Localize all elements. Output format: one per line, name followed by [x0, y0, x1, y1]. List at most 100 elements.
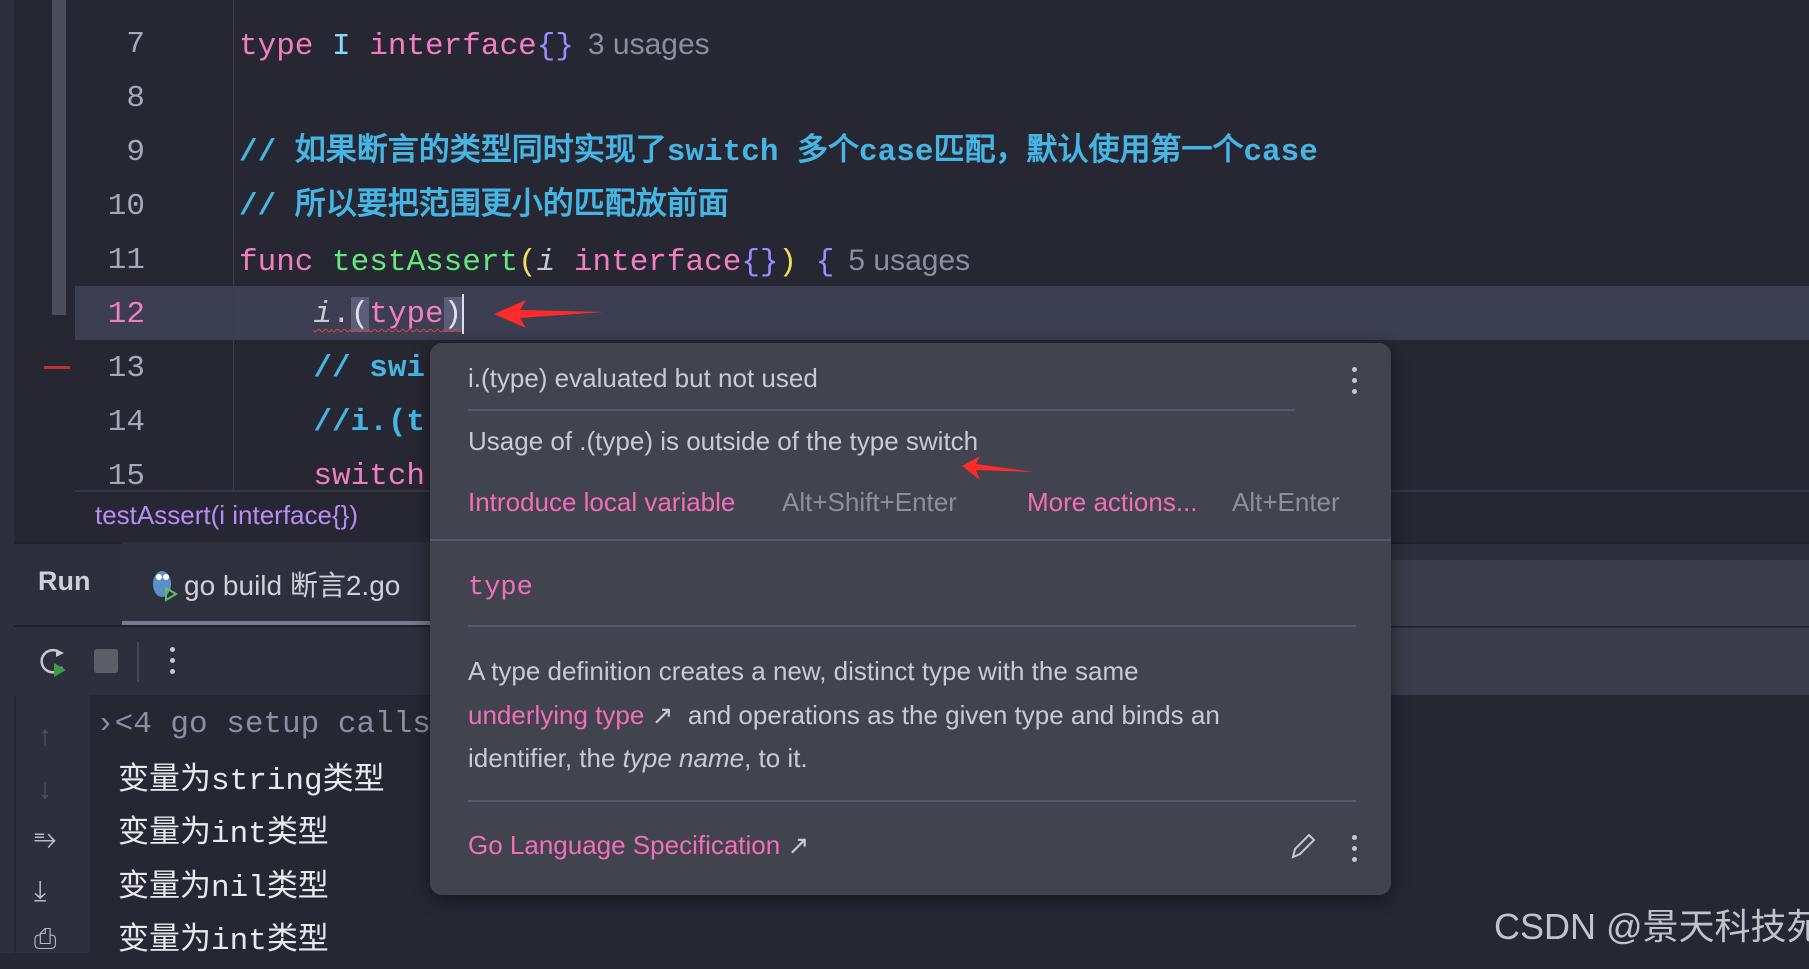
- code-line-12: i.(type): [239, 288, 465, 342]
- code-line-13: // swi: [239, 342, 425, 396]
- console-line: 变量为int类型: [118, 912, 329, 969]
- doc-title: type: [468, 573, 533, 603]
- console-line: 变量为string类型: [118, 752, 385, 809]
- console-text: nil: [211, 871, 267, 906]
- go-spec-link[interactable]: Go Language Specification: [468, 830, 780, 860]
- divider: [468, 625, 1356, 627]
- keyword: func: [239, 245, 314, 280]
- console-text: 变量为: [118, 868, 211, 903]
- console-text: 类型: [266, 868, 329, 903]
- paren-match: (: [350, 297, 370, 332]
- console-side-toolbar: ↑ ↓ ⥱ ⤓ ⎙: [16, 695, 90, 956]
- braces: {}: [741, 245, 779, 280]
- more-actions-link[interactable]: More actions...: [1027, 487, 1198, 518]
- arrow-up-icon[interactable]: ↑: [38, 720, 52, 752]
- divider: [468, 800, 1356, 802]
- doc-text: , to it.: [744, 743, 808, 773]
- print-icon[interactable]: ⎙: [34, 923, 56, 956]
- soft-wrap-icon[interactable]: ⥱: [34, 823, 56, 856]
- keyword: type: [369, 297, 444, 332]
- console-text: string: [211, 764, 323, 799]
- doc-text: and operations as the given type and bin…: [687, 700, 1220, 730]
- stop-icon[interactable]: [94, 649, 118, 673]
- console-text: <4 go setup calls>: [114, 707, 450, 742]
- code-line-7: type I interface{} 3 usages: [239, 18, 710, 72]
- console-text: 类型: [266, 921, 329, 956]
- line-number: 11: [107, 243, 145, 278]
- spec-link-row: Go Language Specification ↗: [468, 830, 809, 861]
- problem-title: i.(type) evaluated but not used: [468, 363, 818, 393]
- line-number: 7: [126, 27, 145, 62]
- breadcrumb-item[interactable]: testAssert(i interface{}): [95, 500, 358, 531]
- function-name: testAssert: [332, 245, 519, 280]
- line-number: 8: [126, 81, 145, 116]
- gopher-run-icon: [153, 571, 178, 602]
- tab-label: go build 断言2.go: [184, 570, 401, 601]
- comment: // swi: [313, 351, 426, 386]
- braces: {}: [536, 29, 574, 64]
- panel-band: [1391, 560, 1809, 626]
- shortcut-hint: Alt+Shift+Enter: [782, 487, 957, 517]
- paren-match: ): [443, 297, 463, 332]
- console-text: 变量为: [118, 761, 211, 796]
- console-text: 类型: [322, 761, 385, 796]
- code-line-9: // 如果断言的类型同时实现了switch 多个case匹配，默认使用第一个ca…: [239, 135, 1318, 170]
- usages-hint[interactable]: 3 usages: [588, 28, 710, 61]
- keyword: interface: [369, 29, 537, 64]
- comment: //i.(t: [313, 405, 426, 440]
- run-panel-title: Run: [38, 566, 91, 596]
- watermark: CSDN @景天科技苑: [1494, 906, 1809, 947]
- doc-text: identifier, the: [468, 743, 623, 773]
- keyword: type: [239, 29, 314, 64]
- arrow-down-icon[interactable]: ↓: [38, 773, 52, 805]
- red-arrow-annotation: [494, 300, 604, 328]
- keyword: switch: [313, 459, 426, 494]
- console-text: 变量为: [118, 921, 211, 956]
- code-line-11: func testAssert(i interface{}) {5 usages: [239, 234, 970, 288]
- line-number: 13: [107, 351, 145, 386]
- divider: [430, 539, 1391, 541]
- toolbar-divider: [137, 642, 139, 682]
- doc-text: underlying type ↗ and operations as the …: [468, 700, 1220, 731]
- divider: [468, 409, 1295, 411]
- popup-more-icon[interactable]: [1352, 835, 1358, 868]
- param: i: [536, 245, 556, 280]
- inspection-popup: i.(type) evaluated but not used Usage of…: [430, 343, 1391, 895]
- code-line-14: //i.(t: [239, 396, 425, 450]
- type-name: I: [332, 29, 351, 64]
- scroll-to-end-icon[interactable]: ⤓: [34, 875, 46, 908]
- console-line: 变量为nil类型: [118, 859, 329, 916]
- paren: (: [518, 245, 537, 280]
- red-arrow-annotation: [962, 456, 1034, 480]
- shortcut-hint: Alt+Enter: [1232, 487, 1340, 517]
- console-text: 变量为: [118, 814, 211, 849]
- paren: ): [778, 245, 798, 280]
- underlying-type-link[interactable]: underlying type: [468, 700, 644, 730]
- popup-more-icon[interactable]: [1352, 367, 1358, 400]
- line-number: 9: [126, 135, 145, 170]
- keyword: interface: [573, 245, 742, 280]
- rerun-icon[interactable]: [38, 645, 70, 679]
- console-text: 类型: [266, 814, 329, 849]
- var: i: [313, 297, 333, 332]
- usages-hint[interactable]: 5 usages: [848, 244, 970, 277]
- external-link-icon: ↗: [651, 700, 674, 730]
- panel-band: [1391, 628, 1809, 695]
- doc-text: identifier, the type name, to it.: [468, 743, 808, 774]
- line-number-current: 12: [107, 297, 145, 332]
- more-icon[interactable]: [170, 647, 176, 680]
- introduce-local-variable-action[interactable]: Introduce local variable: [468, 487, 735, 518]
- console-text: int: [211, 817, 267, 852]
- edit-pencil-icon[interactable]: [1288, 830, 1318, 862]
- doc-text: type name: [622, 743, 745, 773]
- code-line-10: // 所以要把范围更小的匹配放前面: [239, 189, 729, 224]
- brace: {: [815, 245, 835, 280]
- external-link-icon: ↗: [787, 830, 810, 860]
- console-text: int: [211, 924, 267, 959]
- panel-band: [1391, 495, 1809, 541]
- console-line-setup-calls[interactable]: ›<4 go setup calls>: [96, 698, 449, 752]
- line-number: 10: [107, 189, 145, 224]
- tab-go-build[interactable]: go build 断言2.go: [122, 542, 432, 625]
- line-number: 14: [107, 405, 145, 440]
- text-caret: [462, 293, 465, 334]
